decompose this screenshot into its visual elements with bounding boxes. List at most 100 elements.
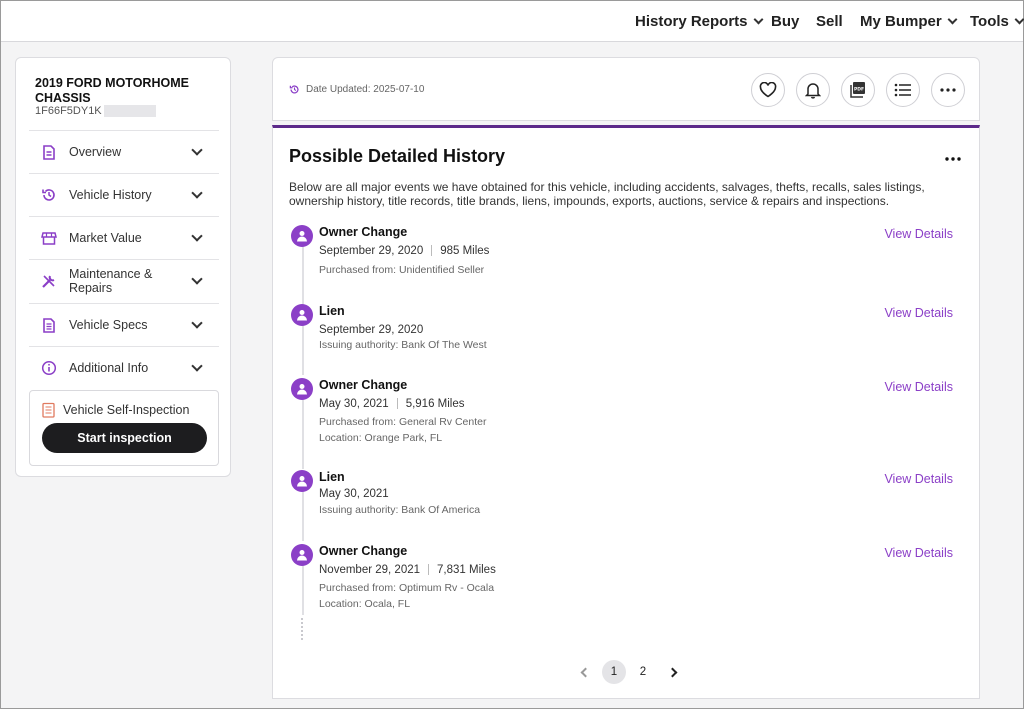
- event-location: Location: Orange Park, FL: [319, 432, 443, 444]
- date-updated-text: Date Updated: 2025-07-10: [306, 84, 425, 95]
- chevron-down-icon: [191, 144, 203, 156]
- user-icon: [291, 304, 313, 326]
- report-sidebar: 2019 FORD MOTORHOME CHASSIS 1F66F5DY1K O…: [15, 57, 231, 477]
- event-title: Owner Change: [319, 544, 408, 558]
- view-details-link[interactable]: View Details: [884, 306, 953, 320]
- sidebar-item-vehicle-specs[interactable]: Vehicle Specs: [29, 303, 219, 346]
- sidebar-item-label: Overview: [69, 145, 122, 159]
- sidebar-item-label: Vehicle History: [69, 188, 152, 202]
- history-icon: [41, 187, 57, 203]
- favorite-button[interactable]: [751, 73, 785, 107]
- event-date: November 29, 2021: [319, 564, 421, 576]
- user-icon: [291, 470, 313, 492]
- pagination: 1 2: [573, 660, 689, 684]
- history-title: Possible Detailed History: [289, 146, 506, 166]
- page-1-button[interactable]: 1: [602, 660, 626, 684]
- event-detail: Purchased from: Unidentified Seller: [319, 264, 485, 276]
- event-detail: Purchased from: Optimum Rv - Ocala: [319, 582, 495, 594]
- nav-buy[interactable]: Buy: [771, 1, 799, 42]
- history-more-button[interactable]: [945, 148, 961, 166]
- chevron-down-icon: [1014, 14, 1024, 25]
- prev-page-button[interactable]: [573, 660, 597, 684]
- event-date: May 30, 2021: [319, 488, 389, 500]
- sidebar-item-vehicle-history[interactable]: Vehicle History: [29, 173, 219, 216]
- sidebar-item-overview[interactable]: Overview: [29, 130, 219, 173]
- divider: [396, 398, 398, 410]
- chevron-down-icon: [753, 14, 763, 25]
- date-updated: Date Updated: 2025-07-10: [289, 84, 424, 95]
- history-event: Lien May 30, 2021 Issuing authority: Ban…: [291, 470, 961, 520]
- timeline-continuation: [301, 618, 303, 640]
- chevron-down-icon: [947, 14, 958, 25]
- event-title: Owner Change: [319, 378, 408, 392]
- view-details-link[interactable]: View Details: [884, 546, 953, 560]
- sidebar-item-label: Market Value: [69, 231, 142, 245]
- sidebar-item-maintenance-repairs[interactable]: Maintenance & Repairs: [29, 259, 219, 302]
- nav-my-bumper[interactable]: My Bumper: [860, 1, 958, 42]
- pdf-icon: PDF: [850, 82, 865, 98]
- chevron-down-icon: [191, 187, 203, 199]
- user-icon: [291, 544, 313, 566]
- event-title: Lien: [319, 470, 345, 484]
- nav-label: Tools: [970, 13, 1009, 30]
- sidebar-item-label: Maintenance & Repairs: [69, 267, 153, 295]
- vin-visible: 1F66F5DY1K: [35, 105, 102, 117]
- chevron-down-icon: [191, 360, 203, 372]
- event-detail: Issuing authority: Bank Of America: [319, 504, 481, 516]
- page-2-button[interactable]: 2: [631, 660, 655, 684]
- user-icon: [291, 225, 313, 247]
- history-description: Below are all major events we have obtai…: [289, 180, 925, 208]
- event-miles: 985 Miles: [440, 245, 490, 257]
- event-detail: Purchased from: General Rv Center: [319, 416, 487, 428]
- event-date-miles: September 29, 2020 985 Miles: [319, 245, 489, 257]
- info-icon: [41, 360, 57, 376]
- self-inspection-label: Vehicle Self-Inspection: [63, 403, 190, 417]
- event-date-miles: November 29, 2021 7,831 Miles: [319, 564, 496, 576]
- heart-icon: [759, 82, 777, 98]
- sidebar-item-market-value[interactable]: Market Value: [29, 216, 219, 259]
- more-icon: [940, 88, 956, 92]
- store-icon: [41, 230, 57, 246]
- event-detail: Issuing authority: Bank Of The West: [319, 339, 487, 351]
- history-event: Owner Change November 29, 2021 7,831 Mile…: [291, 544, 961, 614]
- view-details-link[interactable]: View Details: [884, 380, 953, 394]
- event-date: September 29, 2020: [319, 245, 424, 257]
- spec-sheet-icon: [41, 317, 57, 333]
- sidebar-item-additional-info[interactable]: Additional Info: [29, 346, 219, 389]
- nav-label: Sell: [816, 13, 843, 30]
- chevron-left-icon: [580, 667, 590, 677]
- view-details-link[interactable]: View Details: [884, 227, 953, 241]
- event-title: Owner Change: [319, 225, 408, 239]
- nav-tools[interactable]: Tools: [970, 1, 1024, 42]
- event-date-miles: May 30, 2021 5,916 Miles: [319, 398, 465, 410]
- user-icon: [291, 378, 313, 400]
- document-icon: [41, 144, 57, 160]
- tools-icon: [41, 273, 57, 289]
- pdf-button[interactable]: PDF: [841, 73, 875, 107]
- event-title: Lien: [319, 304, 345, 318]
- report-header-card: Date Updated: 2025-07-10 PDF: [272, 57, 980, 121]
- chevron-down-icon: [191, 317, 203, 329]
- sidebar-item-label: Additional Info: [69, 361, 149, 375]
- history-icon: [289, 85, 299, 94]
- nav-history-reports[interactable]: History Reports: [635, 1, 763, 42]
- nav-sell[interactable]: Sell: [816, 1, 843, 42]
- checklist-icon: [42, 402, 55, 423]
- detailed-history-card: Possible Detailed History Below are all …: [272, 125, 980, 699]
- history-event: Lien September 29, 2020 Issuing authorit…: [291, 304, 961, 354]
- divider: [431, 245, 433, 257]
- alerts-button[interactable]: [796, 73, 830, 107]
- start-inspection-button[interactable]: Start inspection: [42, 423, 207, 453]
- next-page-button[interactable]: [660, 660, 684, 684]
- more-options-button[interactable]: [931, 73, 965, 107]
- list-view-button[interactable]: [886, 73, 920, 107]
- divider: [428, 564, 430, 576]
- view-details-link[interactable]: View Details: [884, 472, 953, 486]
- history-event: Owner Change September 29, 2020 985 Miles…: [291, 225, 961, 285]
- chevron-right-icon: [667, 667, 677, 677]
- nav-label: Buy: [771, 13, 800, 30]
- self-inspection-box: Vehicle Self-Inspection Start inspection: [29, 390, 219, 466]
- event-date: September 29, 2020: [319, 324, 424, 336]
- vin-redaction: [103, 105, 156, 118]
- top-navigation-bar: History Reports Buy Sell My Bumper Tools: [1, 1, 1024, 42]
